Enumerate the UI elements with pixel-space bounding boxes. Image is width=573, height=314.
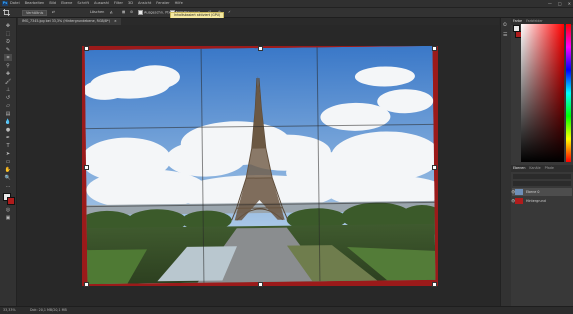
healing-tool-icon[interactable]: ✚ bbox=[4, 70, 12, 77]
menu-item[interactable]: Datei bbox=[10, 0, 20, 7]
path-select-tool-icon[interactable]: ➤ bbox=[4, 150, 12, 157]
properties-panel-icon[interactable]: ☰ bbox=[503, 32, 507, 38]
crop-handle-top-left[interactable] bbox=[84, 46, 89, 51]
brush-tool-icon[interactable]: 🖌 bbox=[4, 78, 12, 85]
menu-item[interactable]: Filter bbox=[114, 0, 123, 7]
menu-item[interactable]: Schrift bbox=[77, 0, 89, 7]
hand-tool-icon[interactable]: ✋ bbox=[4, 166, 12, 173]
swap-icon[interactable]: ⇄ bbox=[52, 10, 55, 15]
more-tools-icon[interactable]: … bbox=[4, 182, 12, 189]
minimize-button[interactable]: — bbox=[548, 0, 552, 7]
background-color-swatch[interactable] bbox=[7, 197, 15, 205]
maximize-button[interactable]: □ bbox=[558, 0, 562, 7]
document-tab-close-icon[interactable]: × bbox=[114, 19, 117, 23]
tab-channels[interactable]: Kanäle bbox=[529, 165, 540, 172]
crop-handle-bottom-right[interactable] bbox=[432, 282, 437, 287]
layer-name: Ebene 0 bbox=[526, 190, 540, 194]
crop-handle-left[interactable] bbox=[84, 165, 89, 170]
layer-row[interactable]: 👁 Hintergrund bbox=[511, 197, 572, 205]
commit-button[interactable]: ✓ bbox=[228, 10, 231, 15]
eyedropper-tool-icon[interactable]: ⚲ bbox=[4, 62, 12, 69]
hue-slider[interactable] bbox=[566, 24, 571, 162]
crop-handle-bottom-left[interactable] bbox=[84, 282, 89, 287]
blur-tool-icon[interactable]: 💧 bbox=[4, 118, 12, 125]
menu-item[interactable]: Ansicht bbox=[138, 0, 151, 7]
ratio-select[interactable]: Verhältnis bbox=[22, 10, 48, 16]
layer-name: Hintergrund bbox=[526, 199, 546, 203]
crop-tool-icon[interactable]: ⌗ bbox=[4, 54, 12, 61]
gradient-tool-icon[interactable]: ▤ bbox=[4, 110, 12, 117]
menu-item[interactable]: 3D bbox=[128, 0, 133, 7]
eiffel-tower-photo bbox=[84, 45, 436, 285]
document-tab-bar: IMG_7345.jpg bei 33,3% (Hintergrundebene… bbox=[18, 18, 499, 25]
quick-select-tool-icon[interactable]: ✎ bbox=[4, 46, 12, 53]
menu-item[interactable]: Auswahl bbox=[94, 0, 109, 7]
menu-bar: Ps Datei Bearbeiten Bild Ebene Schrift Auswah… bbox=[0, 0, 573, 8]
pen-tool-icon[interactable]: ✒ bbox=[4, 134, 12, 141]
crop-icon[interactable] bbox=[3, 9, 10, 16]
menu-list: Datei Bearbeiten Bild Ebene Schrift Auswahl Fi… bbox=[10, 0, 183, 7]
color-picker-field[interactable] bbox=[521, 24, 564, 162]
stamp-tool-icon[interactable]: ⊥ bbox=[4, 86, 12, 93]
close-button[interactable]: ✕ bbox=[568, 0, 571, 7]
layer-filter-bar[interactable] bbox=[513, 174, 571, 179]
window-controls: — □ ✕ bbox=[548, 0, 571, 7]
screen-mode-icon[interactable]: ▣ bbox=[4, 214, 12, 221]
marquee-tool-icon[interactable]: ⬚ bbox=[4, 30, 12, 37]
document-info: Dok: 20,1 MB/20,1 MB bbox=[30, 308, 67, 312]
clear-button[interactable]: Löschen bbox=[90, 10, 104, 15]
zoom-level[interactable]: 33,33% bbox=[3, 308, 16, 313]
menu-item[interactable]: Fenster bbox=[156, 0, 169, 7]
tab-paths[interactable]: Pfade bbox=[545, 165, 554, 172]
menu-item[interactable]: Hilfe bbox=[175, 0, 183, 7]
menu-item[interactable]: Ebene bbox=[61, 0, 72, 7]
layer-thumbnail bbox=[515, 189, 523, 195]
quick-mask-icon[interactable]: ◎ bbox=[4, 206, 12, 213]
photo-layer[interactable] bbox=[84, 45, 436, 285]
blend-mode-bar[interactable] bbox=[513, 181, 571, 186]
shape-tool-icon[interactable]: ▭ bbox=[4, 158, 12, 165]
menu-item[interactable]: Bild bbox=[49, 0, 56, 7]
options-bar: Verhältnis ⇄ Löschen ◭ ▦ ⚙ Ausgeschn. Pi… bbox=[0, 8, 573, 18]
crop-handle-bottom[interactable] bbox=[258, 282, 263, 287]
layer-row[interactable]: 👁 Ebene 0 bbox=[511, 188, 572, 196]
settings-gear-icon[interactable]: ⚙ bbox=[130, 10, 133, 15]
dodge-tool-icon[interactable]: ● bbox=[4, 126, 12, 133]
eraser-tool-icon[interactable]: ▱ bbox=[4, 102, 12, 109]
type-tool-icon[interactable]: T bbox=[4, 142, 12, 149]
layers-panel-tabs: Ebenen Kanäle Pfade bbox=[511, 165, 573, 172]
crop-handle-top[interactable] bbox=[258, 46, 263, 51]
tab-layers[interactable]: Ebenen bbox=[513, 165, 525, 172]
zoom-tool-icon[interactable]: 🔍 bbox=[4, 174, 12, 181]
lasso-tool-icon[interactable]: ᘐ bbox=[4, 38, 12, 45]
tools-panel: ✥ ⬚ ᘐ ✎ ⌗ ⚲ ✚ 🖌 ⊥ ↺ ▱ ▤ 💧 ● ✒ T ➤ ▭ ✋ 🔍 … bbox=[0, 18, 17, 306]
move-tool-icon[interactable]: ✥ bbox=[4, 22, 12, 29]
layer-thumbnail bbox=[515, 198, 523, 204]
photoshop-logo-icon[interactable]: Ps bbox=[2, 1, 8, 6]
document-tab[interactable]: IMG_7345.jpg bei 33,3% (Hintergrundebene… bbox=[18, 18, 121, 25]
history-brush-tool-icon[interactable]: ↺ bbox=[4, 94, 12, 101]
grid-overlay-icon[interactable]: ▦ bbox=[122, 10, 125, 15]
panel-icon-strip: ⏲ ☰ bbox=[500, 18, 511, 306]
document-tab-title: IMG_7345.jpg bei 33,3% (Hintergrundebene… bbox=[22, 19, 110, 23]
menu-item[interactable]: Bearbeiten bbox=[25, 0, 45, 7]
straighten-icon[interactable]: ◭ bbox=[110, 10, 113, 15]
history-panel-icon[interactable]: ⏲ bbox=[503, 22, 507, 28]
crop-handle-top-right[interactable] bbox=[432, 46, 437, 51]
crop-handle-right[interactable] bbox=[432, 165, 437, 170]
